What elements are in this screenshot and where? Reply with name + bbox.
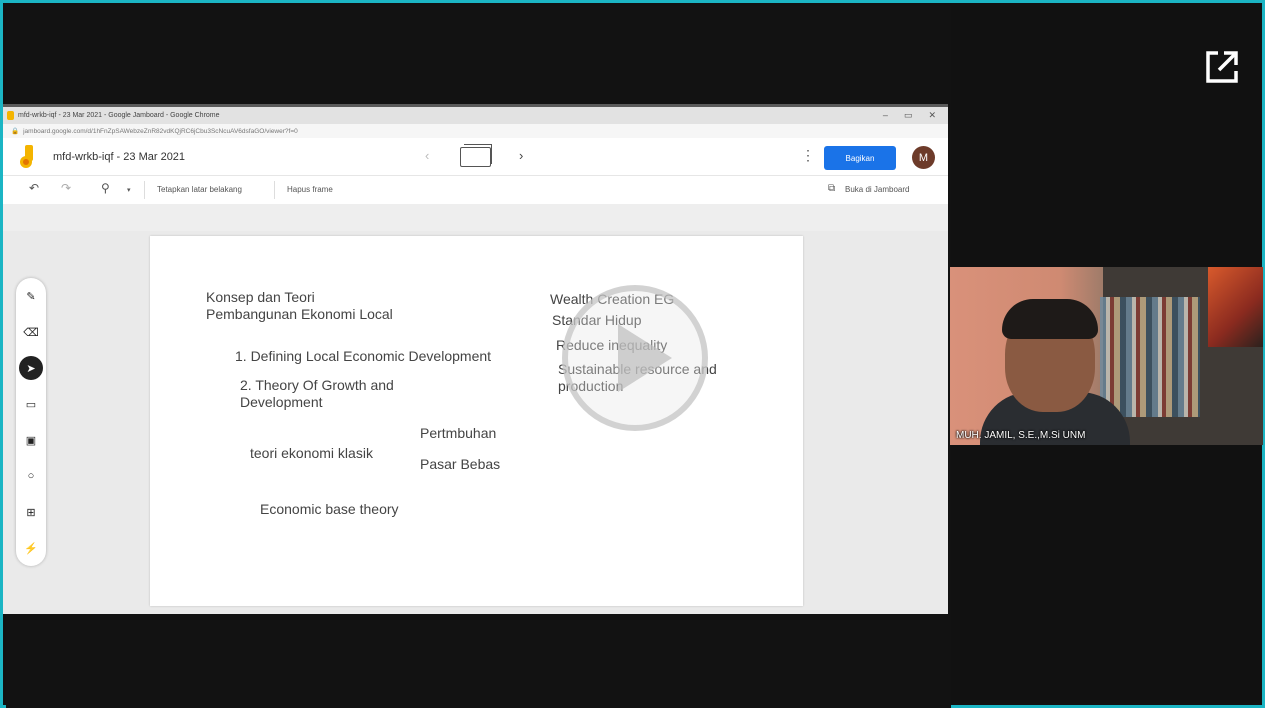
jam-frame[interactable]: Konsep dan Teori Pembangunan Ekonomi Loc… — [150, 236, 803, 606]
jamboard-canvas-area: Konsep dan Teori Pembangunan Ekonomi Loc… — [3, 231, 948, 614]
open-in-jamboard-button[interactable]: Buka di Jamboard — [845, 185, 909, 194]
jamboard-logo-icon — [20, 145, 33, 168]
board-item-2-line2: Development — [240, 394, 323, 410]
next-frame-icon[interactable]: › — [519, 148, 523, 163]
zoom-icon[interactable]: ⚲ — [101, 181, 110, 195]
board-heading-line2: Pembangunan Ekonomi Local — [206, 306, 393, 322]
jamboard-tab-icon — [7, 111, 14, 120]
play-button[interactable] — [562, 285, 708, 431]
pen-icon[interactable]: ✎ — [19, 284, 43, 308]
eraser-icon[interactable]: ⌫ — [19, 320, 43, 344]
wall-painting — [1208, 267, 1263, 347]
board-heading-line1: Konsep dan Teori — [206, 289, 315, 305]
browser-titlebar: mfd-wrkb-iqf - 23 Mar 2021 - Google Jamb… — [3, 107, 948, 124]
board-item-1: 1. Defining Local Economic Development — [235, 348, 492, 364]
restore-icon[interactable]: ▭ — [904, 110, 913, 121]
circle-icon[interactable]: ○ — [19, 464, 43, 488]
zoom-dropdown-icon[interactable]: ▾ — [127, 186, 131, 194]
previous-frame-icon[interactable]: ‹ — [425, 148, 429, 163]
sticky-note-icon[interactable]: ▭ — [19, 392, 43, 416]
address-bar[interactable]: 🔒 jamboard.google.com/d/1hFnZpSAWebzeZnR… — [3, 124, 948, 138]
participant-video-tile[interactable]: MUH. JAMIL, S.E.,M.Si UNM — [950, 267, 1263, 445]
frame-bar-button[interactable] — [460, 144, 492, 167]
open-in-jamboard-icon[interactable]: ⧉ — [828, 183, 835, 194]
board-free-market: Pasar Bebas — [420, 456, 501, 472]
redo-icon[interactable]: ↷ — [61, 181, 71, 195]
minimize-icon[interactable]: – — [883, 110, 888, 121]
set-background-button[interactable]: Tetapkan latar belakang — [157, 185, 242, 194]
undo-icon[interactable]: ↶ — [29, 181, 39, 195]
jamboard-toolbar: ↶ ↷ ⚲ ▾ Tetapkan latar belakang Hapus fr… — [3, 176, 948, 204]
url-text: jamboard.google.com/d/1hFnZpSAWebzeZnR82… — [23, 127, 298, 135]
popout-icon[interactable] — [1202, 47, 1242, 87]
clear-frame-button[interactable]: Hapus frame — [287, 185, 333, 194]
document-title[interactable]: mfd-wrkb-iqf - 23 Mar 2021 — [53, 151, 185, 163]
close-icon[interactable]: ✕ — [928, 110, 936, 121]
window-title: mfd-wrkb-iqf - 23 Mar 2021 - Google Jamb… — [18, 112, 220, 119]
text-box-icon[interactable]: ⊞ — [19, 500, 43, 524]
jamboard-header: mfd-wrkb-iqf - 23 Mar 2021 ‹ › ⋮ Bagikan… — [3, 138, 948, 176]
more-options-icon[interactable]: ⋮ — [801, 147, 815, 164]
lock-icon: 🔒 — [11, 128, 20, 135]
share-button[interactable]: Bagikan — [824, 146, 896, 170]
board-economic-base-theory: Economic base theory — [260, 501, 399, 517]
toolbar-divider — [144, 181, 145, 199]
laser-icon[interactable]: ⚡ — [19, 536, 43, 560]
participant-name: MUH. JAMIL, S.E.,M.Si UNM — [956, 430, 1086, 441]
toolbar-divider — [274, 181, 275, 199]
shared-browser-window: mfd-wrkb-iqf - 23 Mar 2021 - Google Jamb… — [3, 104, 948, 614]
books-background — [1100, 297, 1200, 417]
participant-hair — [1002, 299, 1098, 339]
board-item-2-line1: 2. Theory Of Growth and — [240, 377, 394, 393]
board-growth: Pertmbuhan — [420, 425, 497, 441]
drawing-tools-panel: ✎ ⌫ ➤ ▭ ▣ ○ ⊞ ⚡ — [16, 278, 46, 566]
select-icon[interactable]: ➤ — [19, 356, 43, 380]
play-icon — [618, 324, 672, 392]
image-icon[interactable]: ▣ — [19, 428, 43, 452]
board-classical-theory: teori ekonomi klasik — [250, 445, 373, 461]
account-avatar[interactable]: M — [912, 146, 935, 169]
